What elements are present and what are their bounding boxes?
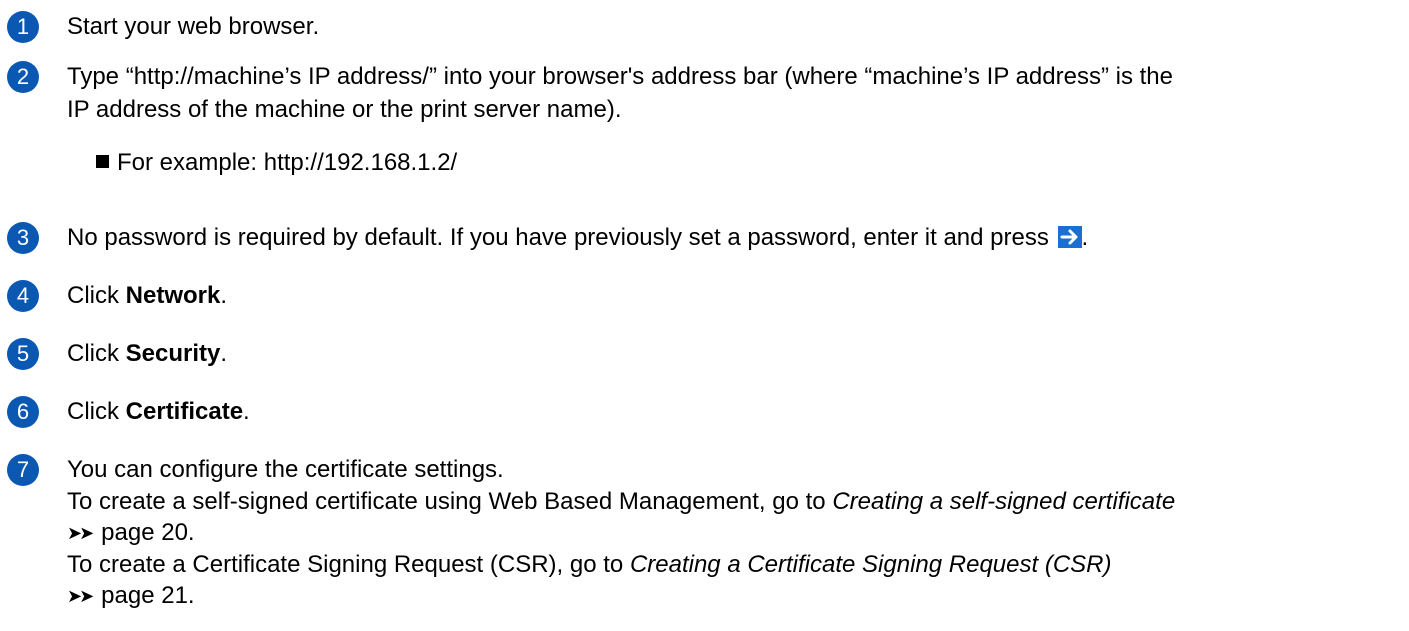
certificate-label: Certificate [125,398,244,425]
step-text: No password is required by default. If y… [67,223,1088,253]
step-text-line-5: ➤➤ page 21. [67,581,195,612]
step-text-suffix: . [1081,224,1089,251]
step-text: Start your web browser. [67,13,320,40]
network-label: Network [125,282,221,309]
step-number-badge: 5 [7,338,39,370]
example-bullet: For example: http://192.168.1.2/ [96,148,457,178]
step-text-suffix: . [243,398,250,425]
arrow-right-icon [1057,226,1082,248]
step-text: Click Network. [67,281,227,311]
step-text-prefix: To create a Certificate Signing Request … [67,551,630,578]
step-number-badge: 6 [7,396,39,428]
step-text-suffix: . [220,340,228,367]
self-signed-certificate-link[interactable]: Creating a self-signed certificate [832,488,1175,515]
step-text-prefix: Click [67,282,126,309]
step-number-badge: 1 [7,11,39,43]
example-text: For example: http://192.168.1.2/ [117,149,458,176]
step-text-line-4: To create a Certificate Signing Request … [67,550,1111,580]
page-reference: page 20. [101,519,195,546]
step-number-badge: 2 [7,61,39,93]
step-text-suffix: . [220,282,228,309]
step-text-prefix: Click [67,398,126,425]
step-text: Click Certificate. [67,397,250,427]
step-text-line-1: You can configure the certificate settin… [67,456,504,483]
csr-link[interactable]: Creating a Certificate Signing Request (… [630,551,1112,578]
step-text-line-2: To create a self-signed certificate usin… [67,487,1175,517]
step-number-badge: 4 [7,280,39,312]
step-text-line-3: ➤➤ page 20. [67,518,195,549]
double-arrow-icon: ➤➤ [67,586,94,607]
step-text-line-1: Type “http://machine’s IP address/” into… [67,63,1173,90]
step-text-line-2: IP address of the machine or the print s… [67,96,622,123]
double-arrow-icon: ➤➤ [67,523,94,544]
step-text-prefix: To create a self-signed certificate usin… [67,488,833,515]
security-label: Security [125,340,221,367]
step-text-prefix: Click [67,340,126,367]
step-text-main: No password is required by default. If y… [67,224,1056,251]
step-number-badge: 3 [7,222,39,254]
bullet-square-icon [96,155,109,168]
step-number-badge: 7 [7,454,39,486]
step-text: Click Security. [67,339,227,369]
page-reference: page 21. [101,582,195,609]
